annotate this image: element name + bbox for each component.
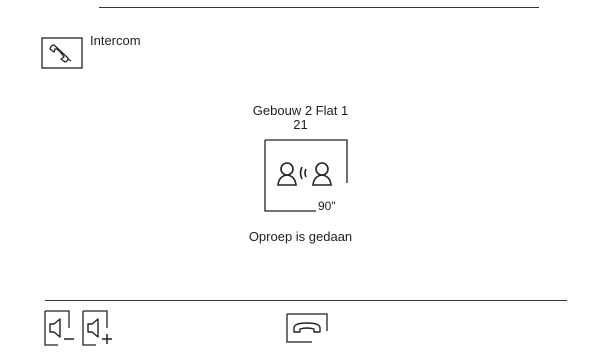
hangup-icon: [286, 313, 328, 343]
volume-down-button[interactable]: [44, 310, 80, 346]
hangup-button[interactable]: [286, 313, 328, 343]
bottom-divider: [45, 300, 567, 301]
top-divider: [99, 7, 539, 8]
handset-icon: [40, 33, 88, 71]
call-status: Oproep is gedaan: [248, 229, 353, 244]
intercom-call-icon: [277, 162, 332, 186]
app-title: Intercom: [90, 33, 141, 48]
caller-name: Gebouw 2 Flat 1: [252, 103, 349, 118]
call-timer: 90": [318, 199, 336, 213]
volume-up-icon: [82, 310, 112, 346]
caller-number: 21: [293, 117, 308, 132]
volume-down-icon: [44, 310, 74, 346]
volume-up-button[interactable]: [82, 310, 118, 346]
